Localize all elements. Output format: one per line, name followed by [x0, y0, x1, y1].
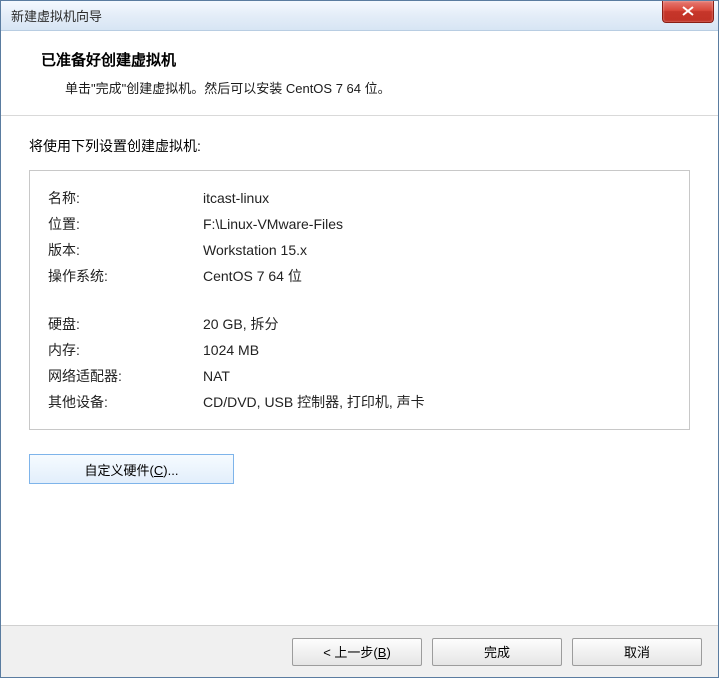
customize-prefix: 自定义硬件( — [85, 463, 154, 478]
os-label: 操作系统: — [48, 263, 203, 289]
memory-value: 1024 MB — [203, 337, 671, 363]
main-panel: 将使用下列设置创建虚拟机: 名称: itcast-linux 位置: F:\Li… — [1, 116, 718, 494]
header-subtitle: 单击"完成"创建虚拟机。然后可以安装 CentOS 7 64 位。 — [41, 78, 688, 97]
os-value: CentOS 7 64 位 — [203, 263, 671, 289]
footer: < 上一步(B) 完成 取消 — [1, 625, 718, 677]
disk-value: 20 GB, 拆分 — [203, 311, 671, 337]
summary-row-disk: 硬盘: 20 GB, 拆分 — [48, 311, 671, 337]
titlebar: 新建虚拟机向导 — [1, 1, 718, 31]
wizard-window: 新建虚拟机向导 已准备好创建虚拟机 单击"完成"创建虚拟机。然后可以安装 Cen… — [0, 0, 719, 678]
customize-hardware-button[interactable]: 自定义硬件(C)... — [29, 454, 234, 484]
cancel-button[interactable]: 取消 — [572, 638, 702, 666]
back-button[interactable]: < 上一步(B) — [292, 638, 422, 666]
summary-row-location: 位置: F:\Linux-VMware-Files — [48, 211, 671, 237]
finish-label: 完成 — [484, 645, 510, 660]
cancel-label: 取消 — [624, 645, 650, 660]
summary-row-memory: 内存: 1024 MB — [48, 337, 671, 363]
customize-suffix: )... — [163, 463, 178, 478]
summary-row-other: 其他设备: CD/DVD, USB 控制器, 打印机, 声卡 — [48, 389, 671, 415]
settings-intro: 将使用下列设置创建虚拟机: — [29, 136, 690, 156]
summary-row-network: 网络适配器: NAT — [48, 363, 671, 389]
window-title: 新建虚拟机向导 — [11, 6, 102, 25]
version-label: 版本: — [48, 237, 203, 263]
summary-row-version: 版本: Workstation 15.x — [48, 237, 671, 263]
version-value: Workstation 15.x — [203, 237, 671, 263]
summary-row-name: 名称: itcast-linux — [48, 185, 671, 211]
memory-label: 内存: — [48, 337, 203, 363]
other-value: CD/DVD, USB 控制器, 打印机, 声卡 — [203, 389, 671, 415]
summary-row-os: 操作系统: CentOS 7 64 位 — [48, 263, 671, 289]
name-label: 名称: — [48, 185, 203, 211]
finish-button[interactable]: 完成 — [432, 638, 562, 666]
location-label: 位置: — [48, 211, 203, 237]
summary-gap — [48, 289, 671, 311]
header-title: 已准备好创建虚拟机 — [41, 49, 688, 70]
summary-box: 名称: itcast-linux 位置: F:\Linux-VMware-Fil… — [29, 170, 690, 430]
other-label: 其他设备: — [48, 389, 203, 415]
network-label: 网络适配器: — [48, 363, 203, 389]
header-block: 已准备好创建虚拟机 单击"完成"创建虚拟机。然后可以安装 CentOS 7 64… — [1, 31, 718, 116]
back-suffix: ) — [386, 645, 390, 660]
network-value: NAT — [203, 363, 671, 389]
close-button[interactable] — [662, 1, 714, 23]
location-value: F:\Linux-VMware-Files — [203, 211, 671, 237]
close-icon — [682, 6, 694, 16]
back-prefix: < 上一步( — [323, 645, 378, 660]
name-value: itcast-linux — [203, 185, 671, 211]
disk-label: 硬盘: — [48, 311, 203, 337]
customize-key: C — [154, 463, 163, 478]
